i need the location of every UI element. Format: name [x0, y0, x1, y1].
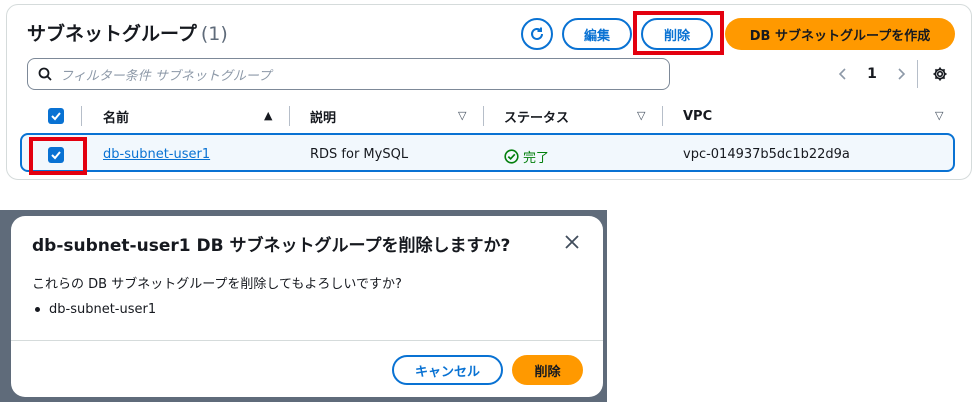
gear-icon[interactable] [929, 63, 951, 85]
select-all-checkbox[interactable] [48, 108, 64, 124]
confirm-delete-button[interactable]: 削除 [512, 355, 583, 385]
previous-page-icon[interactable] [833, 63, 853, 85]
column-divider [81, 106, 82, 126]
status-indicator: 完了 [504, 147, 549, 166]
item-count: (1) [200, 23, 228, 45]
sort-icon[interactable]: ▽ [935, 109, 943, 122]
bullet-icon [35, 307, 40, 312]
next-page-icon[interactable] [891, 63, 911, 85]
cancel-button[interactable]: キャンセル [392, 355, 503, 385]
subnet-group-description: RDS for MySQL [310, 147, 409, 162]
divider [917, 60, 918, 88]
search-placeholder: フィルター条件 サブネットグループ [60, 68, 272, 84]
page-number[interactable]: 1 [862, 63, 882, 85]
sort-icon[interactable]: ▽ [458, 109, 466, 122]
column-header-vpc[interactable]: VPC [683, 105, 712, 127]
column-divider [289, 106, 290, 126]
search-input[interactable]: フィルター条件 サブネットグループ [27, 58, 670, 90]
page-title-text: サブネットグループ [27, 23, 197, 45]
list-item: db-subnet-user1 [35, 302, 156, 317]
column-header-description[interactable]: 説明 [310, 105, 336, 127]
subnet-groups-panel: サブネットグループ (1) 編集 削除 DB サブネットグループを作成 フィルター… [6, 4, 972, 180]
column-divider [483, 106, 484, 126]
refresh-icon [531, 27, 543, 40]
check-icon [51, 112, 61, 121]
sort-ascending-icon[interactable]: ▲ [264, 109, 272, 122]
row-checkbox-highlight [29, 137, 87, 175]
delete-button-highlight [633, 11, 724, 55]
vpc-id: vpc-014937b5dc1b22d9a [683, 147, 850, 162]
delete-confirmation-dialog: db-subnet-user1 DB サブネットグループを削除しますか? これら… [11, 216, 603, 397]
page-title: サブネットグループ (1) [27, 19, 228, 46]
close-icon[interactable] [561, 231, 583, 253]
column-header-status[interactable]: ステータス [504, 105, 569, 127]
dialog-message: これらの DB サブネットグループを削除してもよろしいですか? [32, 277, 402, 292]
dialog-title: db-subnet-user1 DB サブネットグループを削除しますか? [32, 236, 511, 256]
dialog-divider [11, 340, 603, 341]
column-divider [662, 106, 663, 126]
edit-button[interactable]: 編集 [562, 18, 632, 50]
status-text: 完了 [523, 151, 550, 166]
create-db-subnet-group-button[interactable]: DB サブネットグループを作成 [725, 18, 955, 50]
sort-icon[interactable]: ▽ [637, 109, 645, 122]
column-header-name[interactable]: 名前 [103, 105, 129, 127]
list-item-text: db-subnet-user1 [49, 302, 157, 317]
refresh-button[interactable] [521, 18, 553, 50]
search-icon [38, 67, 52, 81]
success-icon [504, 149, 519, 164]
subnet-group-name-link[interactable]: db-subnet-user1 [103, 147, 210, 162]
